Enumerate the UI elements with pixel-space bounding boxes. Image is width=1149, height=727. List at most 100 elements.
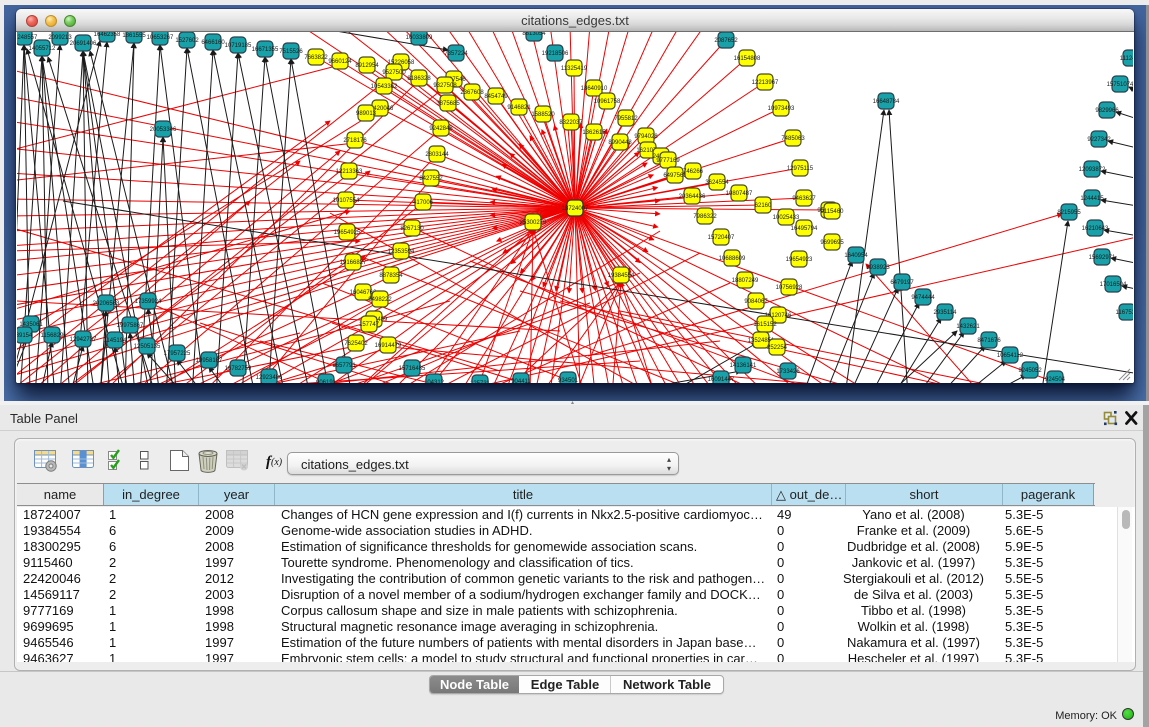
- svg-text:2803144: 2803144: [425, 152, 449, 158]
- svg-text:15720407: 15720407: [708, 235, 735, 241]
- svg-text:19975867: 19975867: [117, 323, 144, 329]
- svg-text:18640910: 18640910: [581, 86, 608, 92]
- svg-text:7485063: 7485063: [781, 136, 805, 142]
- svg-text:7357224: 7357224: [444, 51, 468, 57]
- svg-text:9242848: 9242848: [429, 126, 453, 132]
- svg-text:7515526: 7515526: [279, 49, 303, 55]
- svg-text:16648784: 16648784: [873, 99, 900, 105]
- svg-text:2935114: 2935114: [934, 310, 958, 316]
- svg-text:14055712: 14055712: [29, 46, 56, 52]
- svg-text:18724007: 18724007: [562, 206, 589, 212]
- svg-text:10543362: 10543362: [371, 84, 398, 90]
- svg-text:16033809: 16033809: [406, 35, 433, 41]
- svg-text:10973493: 10973493: [768, 106, 795, 112]
- svg-text:1588520: 1588520: [531, 112, 555, 118]
- svg-text:15692971: 15692971: [1089, 255, 1116, 261]
- svg-text:12942737: 12942737: [70, 337, 97, 343]
- svg-text:17016504: 17016504: [1100, 282, 1127, 288]
- svg-text:(x): (x): [271, 457, 283, 468]
- svg-text:7986322: 7986322: [693, 214, 717, 220]
- svg-text:10719185: 10719185: [225, 43, 252, 49]
- svg-text:8938923: 8938923: [866, 265, 890, 271]
- svg-text:746266: 746266: [683, 169, 704, 175]
- svg-text:9699695: 9699695: [820, 240, 844, 246]
- svg-text:16210643: 16210643: [1082, 226, 1109, 232]
- svg-text:8186328: 8186328: [407, 76, 431, 82]
- svg-text:1112493: 1112493: [1120, 56, 1133, 62]
- svg-text:10807487: 10807487: [726, 191, 753, 197]
- svg-text:8427552: 8427552: [419, 176, 443, 182]
- svg-text:1615152: 1615152: [753, 322, 777, 328]
- svg-text:9498222: 9498222: [368, 297, 392, 303]
- svg-text:18807249: 18807249: [732, 278, 759, 284]
- svg-text:1145194: 1145194: [104, 338, 128, 344]
- svg-text:19654923: 19654923: [786, 257, 813, 263]
- svg-text:12093872: 12093872: [1079, 167, 1106, 173]
- svg-text:1156829: 1156829: [41, 333, 65, 339]
- svg-text:1432621: 1432621: [956, 324, 980, 330]
- svg-text:906191: 906191: [316, 380, 337, 383]
- svg-text:9794028: 9794028: [634, 134, 658, 140]
- svg-text:17957225: 17957225: [164, 351, 191, 357]
- svg-text:39154: 39154: [17, 333, 33, 339]
- svg-text:8267130: 8267130: [400, 226, 424, 232]
- svg-text:12975115: 12975115: [787, 166, 814, 172]
- svg-text:3875685: 3875685: [436, 101, 460, 107]
- svg-text:2718176: 2718176: [343, 138, 367, 144]
- svg-text:1640954: 1640954: [844, 253, 868, 259]
- svg-text:19654925: 19654925: [334, 230, 361, 236]
- svg-text:9245052: 9245052: [1018, 368, 1042, 374]
- svg-text:934501: 934501: [558, 378, 579, 383]
- svg-text:1244415: 1244415: [1080, 196, 1104, 202]
- svg-text:19166827: 19166827: [340, 260, 367, 266]
- svg-text:10756928: 10756928: [776, 285, 803, 291]
- svg-text:10653267: 10653267: [147, 35, 174, 41]
- svg-text:8471676: 8471676: [977, 338, 1001, 344]
- svg-text:20691406: 20691406: [70, 41, 97, 47]
- svg-text:9227342: 9227342: [1087, 137, 1111, 143]
- svg-text:9777169: 9777169: [656, 158, 680, 164]
- svg-text:10025433: 10025433: [773, 215, 800, 221]
- svg-text:8990448: 8990448: [608, 140, 632, 146]
- svg-text:989013: 989013: [356, 111, 377, 117]
- svg-text:12213967: 12213967: [752, 80, 779, 86]
- svg-text:8322037: 8322037: [559, 120, 583, 126]
- svg-text:12353594: 12353594: [388, 249, 415, 255]
- svg-text:9146821: 9146821: [507, 105, 531, 111]
- svg-text:19384554: 19384554: [608, 273, 635, 279]
- svg-text:9474444: 9474444: [911, 295, 935, 301]
- svg-text:19218506: 19218506: [542, 51, 569, 57]
- svg-text:16091447: 16091447: [708, 377, 735, 383]
- svg-text:125731: 125731: [470, 381, 491, 383]
- svg-text:7625402: 7625402: [344, 341, 368, 347]
- svg-text:7955812: 7955812: [614, 116, 638, 122]
- svg-text:8215955: 8215955: [1057, 210, 1081, 216]
- svg-text:9115460: 9115460: [821, 209, 845, 215]
- svg-text:417006: 417006: [413, 200, 434, 206]
- svg-text:1167531: 1167531: [1116, 310, 1133, 316]
- svg-text:16462358: 16462358: [94, 32, 121, 38]
- svg-text:14136141: 14136141: [730, 363, 757, 369]
- svg-text:16782759: 16782759: [225, 366, 252, 372]
- svg-text:9463627: 9463627: [792, 196, 816, 202]
- svg-text:10958107: 10958107: [196, 358, 223, 364]
- svg-text:12923486: 12923486: [256, 375, 283, 381]
- svg-text:25300275: 25300275: [520, 220, 547, 226]
- svg-text:10654112: 10654112: [997, 353, 1024, 359]
- svg-text:20053346: 20053346: [150, 127, 177, 133]
- svg-text:16154808: 16154808: [734, 56, 761, 62]
- svg-text:9657791: 9657791: [332, 363, 356, 369]
- svg-text:1861555: 1861555: [122, 33, 146, 39]
- svg-text:12213363: 12213363: [336, 169, 363, 175]
- svg-text:16914479: 16914479: [375, 343, 402, 349]
- svg-text:104312: 104312: [424, 380, 445, 383]
- svg-text:15751074: 15751074: [1107, 82, 1133, 88]
- svg-text:8454749: 8454749: [484, 94, 508, 100]
- svg-text:3624554: 3624554: [705, 180, 729, 186]
- svg-text:16671355: 16671355: [252, 47, 279, 53]
- svg-text:9084067: 9084067: [744, 299, 768, 305]
- svg-text:1362615: 1362615: [582, 130, 606, 136]
- svg-text:11325419: 11325419: [561, 66, 588, 72]
- svg-text:10961758: 10961758: [594, 99, 621, 105]
- svg-text:157747: 157747: [359, 322, 380, 328]
